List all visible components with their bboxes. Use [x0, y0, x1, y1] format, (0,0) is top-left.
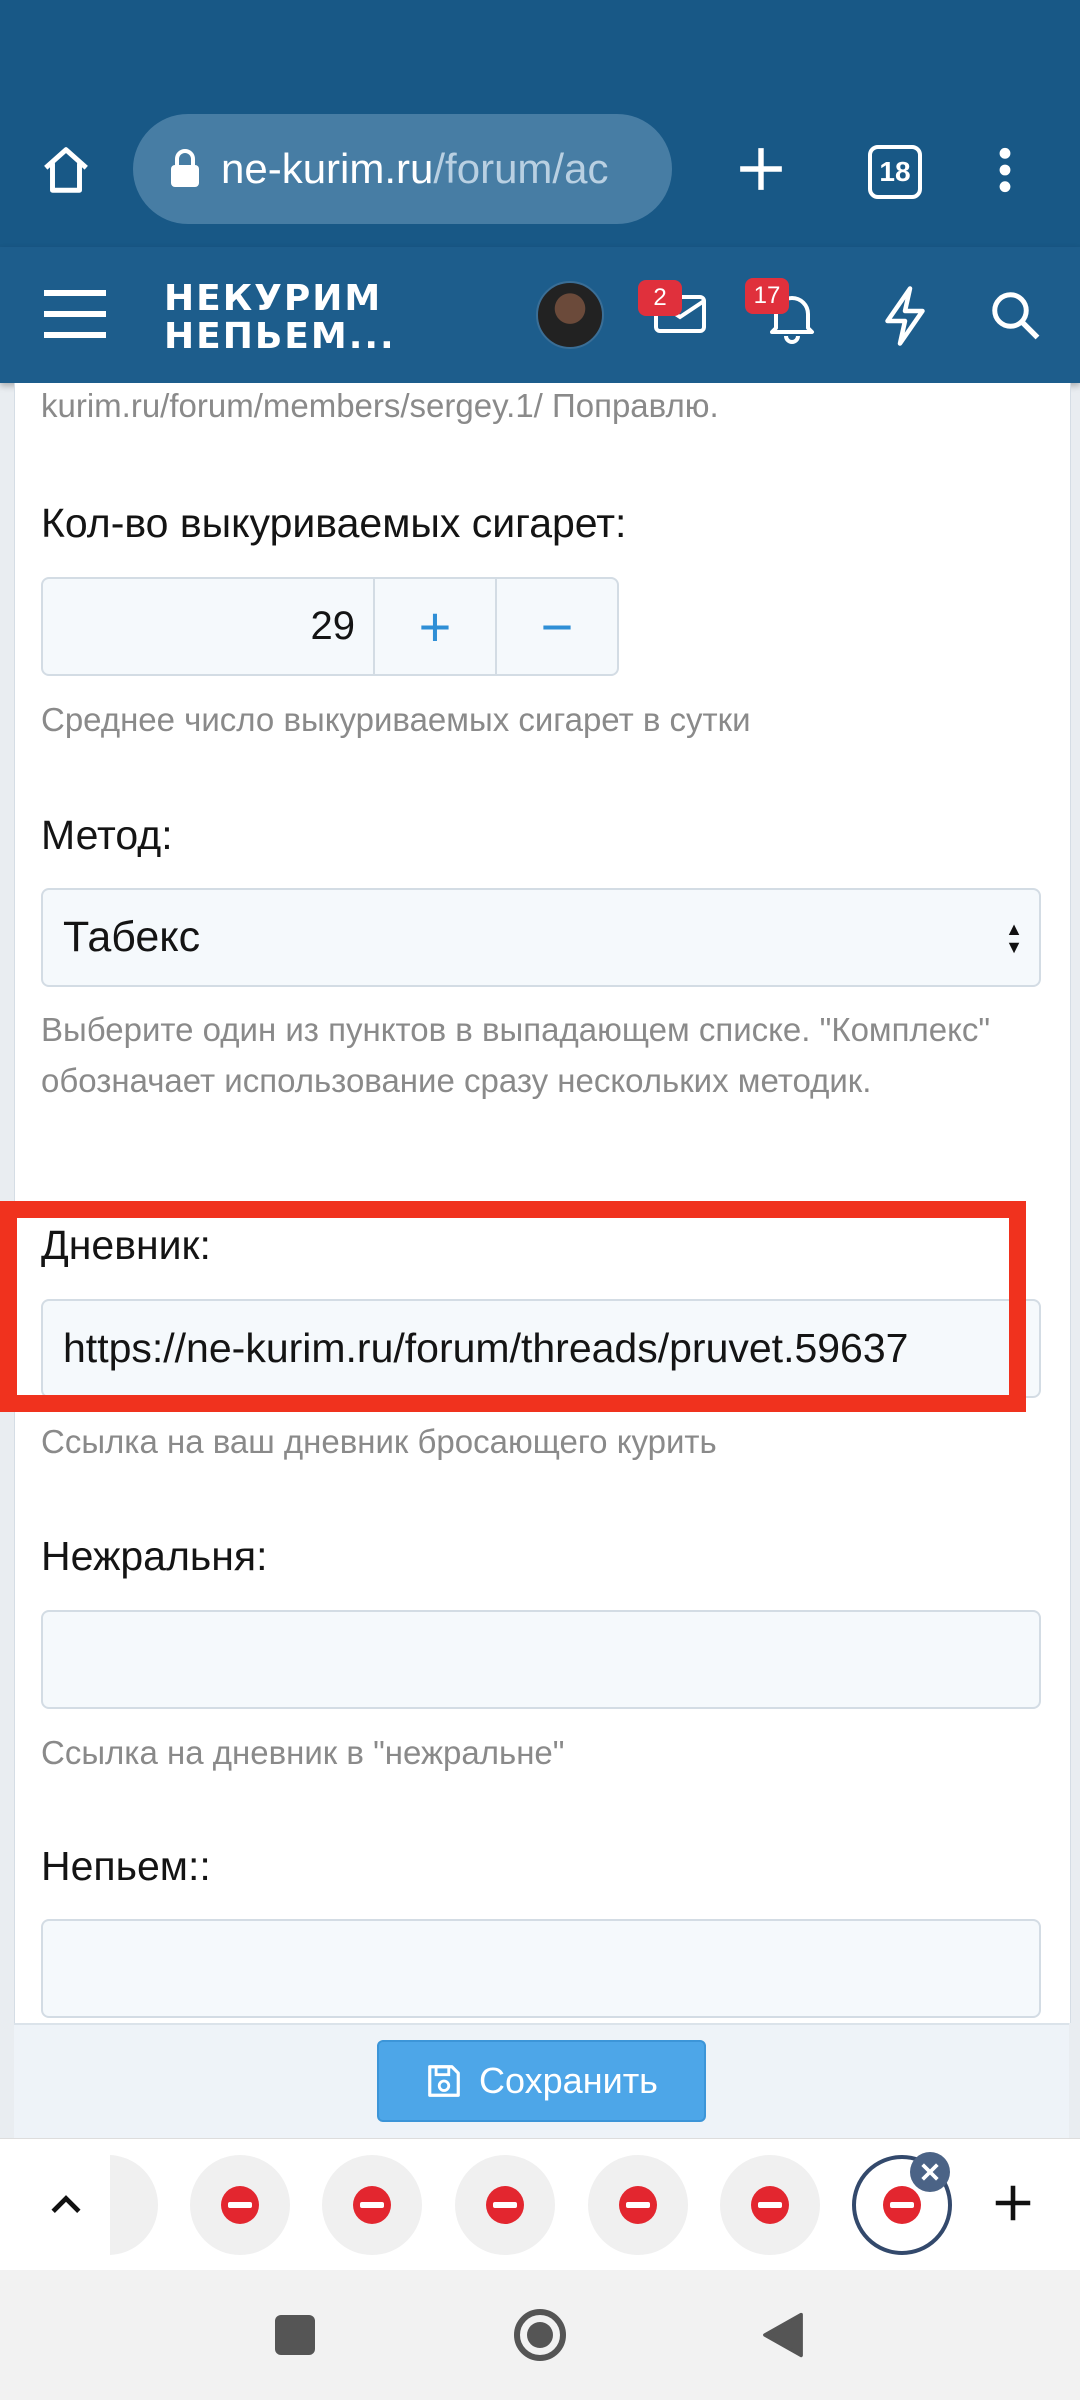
no-smoking-icon [353, 2186, 391, 2224]
decrement-button[interactable]: − [495, 579, 617, 674]
glutton-label: Нежральня: [41, 1533, 268, 1579]
url-host: ne-kurim.ru [221, 145, 434, 192]
avatar[interactable] [536, 281, 604, 349]
cigarettes-label: Кол-во выкуриваемых сигарет: [41, 500, 627, 546]
tab-thumbnail[interactable] [588, 2155, 688, 2255]
hamburger-menu-icon[interactable] [42, 286, 110, 342]
no-smoking-icon [221, 2186, 259, 2224]
tab-thumbnail[interactable] [455, 2155, 555, 2255]
save-icon [425, 2062, 463, 2100]
address-bar[interactable]: ne-kurim.ru/forum/ac [133, 114, 672, 224]
cigarettes-input[interactable]: 29 [43, 579, 373, 674]
back-icon[interactable] [760, 2310, 806, 2360]
method-selected-value: Табекс [63, 913, 201, 961]
no-smoking-icon [619, 2186, 657, 2224]
glutton-input[interactable] [41, 1610, 1041, 1709]
tab-switcher-button[interactable]: 18 [868, 145, 922, 199]
url-text: ne-kurim.ru/forum/ac [221, 145, 641, 193]
no-smoking-icon [486, 2186, 524, 2224]
url-path: /forum/ac [433, 145, 609, 192]
save-button[interactable]: Сохранить [377, 2040, 706, 2122]
tab-thumbnail[interactable] [322, 2155, 422, 2255]
close-tab-icon[interactable] [910, 2152, 950, 2192]
tab-thumbnail[interactable] [720, 2155, 820, 2255]
diary-hint: Ссылка на ваш дневник бросающего курить [41, 1423, 717, 1460]
glutton-hint: Ссылка на дневник в "нежральне" [41, 1734, 565, 1771]
tab-thumbnail[interactable] [190, 2155, 290, 2255]
lock-icon [169, 149, 201, 189]
select-arrows-icon: ▲ ▼ [1005, 918, 1023, 957]
messages-badge: 2 [638, 280, 682, 316]
recents-icon[interactable] [275, 2315, 315, 2355]
no-smoking-icon [883, 2186, 921, 2224]
home-nav-icon[interactable] [512, 2307, 568, 2363]
drink-input[interactable] [41, 1919, 1041, 2018]
home-icon[interactable] [28, 140, 104, 200]
logo-line-1: НЕКУРИМ [164, 278, 383, 319]
logo-line-2: НЕПЬЕМ... [164, 316, 396, 357]
no-smoking-icon [751, 2186, 789, 2224]
drink-label: Непьем:: [41, 1843, 211, 1889]
alerts-badge: 17 [745, 278, 789, 314]
method-label: Метод: [41, 812, 173, 858]
tab-thumbnail-partial[interactable] [110, 2155, 158, 2255]
cigarettes-hint: Среднее число выкуриваемых сигарет в сут… [41, 701, 751, 738]
method-hint: Выберите один из пунктов в выпадающем сп… [41, 1011, 991, 1099]
add-tab-icon[interactable] [990, 2180, 1040, 2230]
highlight-frame [0, 1201, 1026, 1412]
site-logo[interactable]: НЕКУРИМ НЕПЬЕМ... [164, 280, 396, 356]
status-bar [0, 0, 1080, 100]
search-icon[interactable] [988, 288, 1044, 344]
increment-button[interactable]: + [373, 579, 495, 674]
new-tab-icon[interactable] [728, 136, 794, 202]
chevron-up-icon[interactable] [44, 2182, 88, 2226]
previous-field-hint: kurim.ru/forum/members/sergey.1/ Поправл… [41, 387, 719, 424]
lightning-icon[interactable] [880, 286, 930, 346]
overflow-menu-icon[interactable] [975, 140, 1035, 200]
method-select[interactable]: Табекс ▲ ▼ [41, 888, 1041, 987]
save-button-label: Сохранить [479, 2060, 658, 2101]
